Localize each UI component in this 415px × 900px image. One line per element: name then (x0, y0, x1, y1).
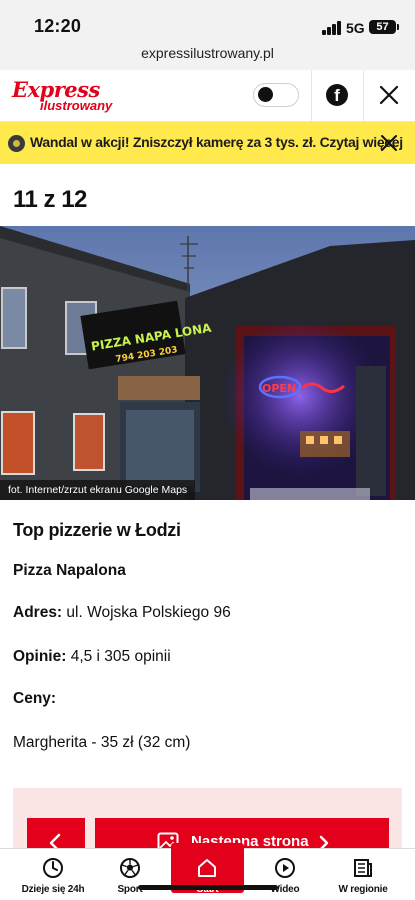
pizzeria-name: Pizza Napalona (13, 562, 126, 579)
nav-item-start[interactable]: Start (171, 849, 244, 900)
article-title: Top pizzerie w Łodzi (13, 520, 181, 540)
signal-icon (322, 21, 342, 35)
gallery-counter: 11 z 12 (13, 186, 87, 213)
nav-label: W regionie (338, 884, 388, 895)
banner-close-icon[interactable] (380, 134, 398, 152)
battery-level: 57 (376, 21, 389, 33)
battery-icon: 57 (369, 20, 399, 34)
address-value: ul. Wojska Polskiego 96 (66, 604, 231, 621)
bottom-nav: Dzieje się 24h Sport Start Wideo (0, 843, 415, 900)
close-icon[interactable] (378, 84, 400, 106)
home-indicator[interactable] (138, 885, 278, 890)
url-text: expressilustrowany.pl (141, 45, 274, 61)
home-icon (198, 859, 216, 877)
facebook-icon[interactable]: f (326, 84, 348, 106)
network-type: 5G (346, 20, 365, 36)
live-dot-icon (8, 135, 25, 152)
app-screen: 12:20 5G 57 expressilustrowany.pl Expres… (0, 0, 415, 900)
photo-caption: fot. Internet/zrzut ekranu Google Maps (0, 480, 196, 500)
express-logo[interactable]: Express ilustrowany (12, 77, 113, 114)
address-line: Adres: ul. Wojska Polskiego 96 (13, 604, 231, 622)
gallery-photo[interactable]: PIZZA NAPA LONA 794 203 203 OPEN fot. In… (0, 226, 415, 500)
toggle-knob (258, 87, 273, 102)
breaking-news-banner[interactable]: Wandal w akcji! Zniszczył kamerę za 3 ty… (0, 122, 415, 164)
reviews-label: Opinie: (13, 648, 67, 665)
nav-item-24h[interactable]: Dzieje się 24h (14, 849, 92, 900)
reviews-line: Opinie: 4,5 i 305 opinii (13, 648, 171, 666)
nav-label: Dzieje się 24h (21, 884, 85, 895)
logo-bottom-text: ilustrowany (40, 98, 113, 113)
prices-heading: Ceny: (13, 690, 56, 708)
logo-top-text: Express (12, 77, 100, 102)
football-icon (120, 858, 140, 878)
play-icon (275, 858, 295, 878)
reviews-value: 4,5 i 305 opinii (70, 648, 171, 665)
prices-label: Ceny: (13, 690, 57, 707)
news-icon (354, 859, 372, 877)
pizzeria-photo: PIZZA NAPA LONA 794 203 203 OPEN (0, 226, 415, 500)
dark-mode-toggle[interactable] (253, 83, 299, 107)
header-divider (363, 70, 364, 122)
nav-item-video[interactable]: Wideo (250, 849, 320, 900)
status-bar: 12:20 5G 57 (0, 0, 415, 44)
url-bar[interactable]: expressilustrowany.pl (0, 44, 415, 70)
price-item: Margherita - 35 zł (32 cm) (13, 734, 191, 751)
nav-item-sport[interactable]: Sport (96, 849, 164, 900)
address-label: Adres: (13, 604, 63, 621)
nav-item-region[interactable]: W regionie (326, 849, 400, 900)
moon-icon (282, 87, 290, 102)
clock-icon (43, 858, 63, 878)
site-header: Express ilustrowany f (0, 70, 415, 122)
banner-text[interactable]: Wandal w akcji! Zniszczył kamerę za 3 ty… (30, 134, 403, 150)
open-sign-text: OPEN (262, 382, 296, 395)
header-divider (311, 70, 312, 122)
status-time: 12:20 (34, 16, 82, 36)
